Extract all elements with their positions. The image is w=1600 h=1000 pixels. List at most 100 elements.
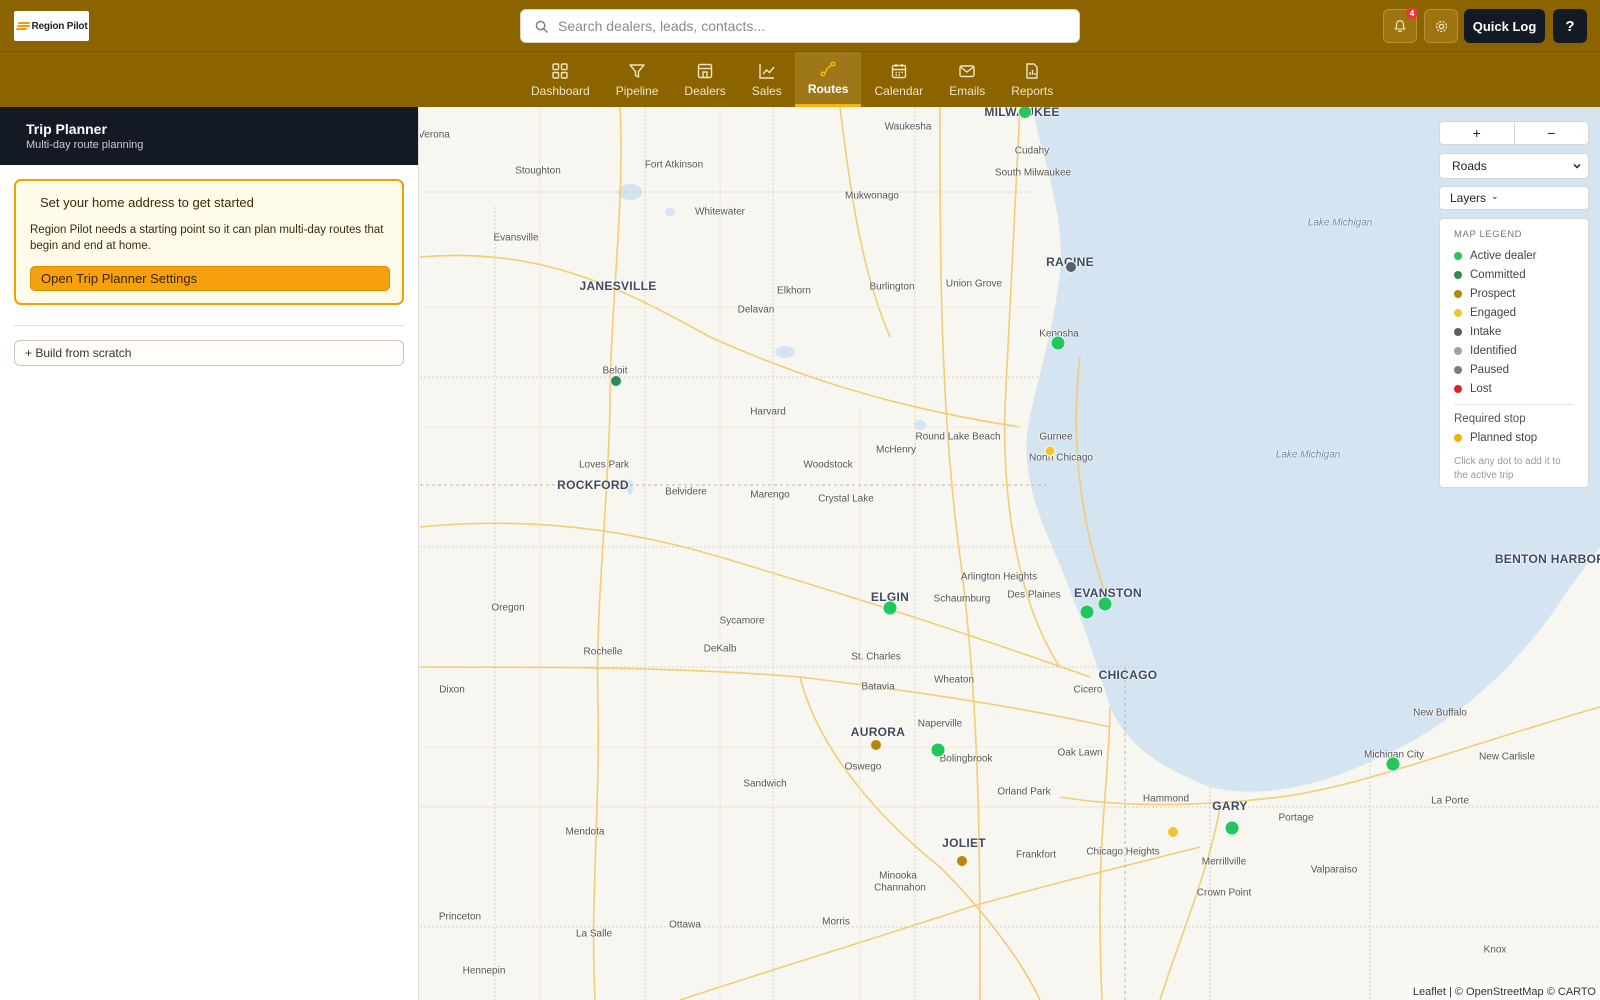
dealer-pin-prospect[interactable] [956,855,968,867]
dealer-pin-active[interactable] [1050,335,1066,351]
map-place-label: Crown Point [1196,887,1252,899]
tab-dealers[interactable]: Dealers [671,52,738,107]
map-place-label: Dixon [439,684,465,696]
map-place-label: Bolingbrook [939,753,993,765]
main-nav: Dashboard Pipeline Dealers Sales Routes … [0,52,1600,107]
tab-label: Emails [949,83,986,98]
trip-planner-sidebar: Trip Planner Multi-day route planning Se… [0,107,419,1000]
map-place-label: Oswego [844,761,882,773]
map-place-label: McHenry [875,444,917,456]
funnel-icon [629,63,645,78]
dealer-pin-prospect[interactable] [870,739,882,751]
map-place-label: GARY [1212,799,1248,813]
sidebar-title: Trip Planner [26,121,107,137]
map-place-label: Whitewater [694,206,746,218]
tab-label: Dealers [684,83,726,98]
map-place-label: Portage [1278,812,1314,824]
legend-label: Active dealer [1470,249,1537,262]
logo-mark-icon [14,21,31,31]
tab-label: Dashboard [531,83,590,98]
dealer-pin-committed[interactable] [610,375,622,387]
map-place-label: Wheaton [933,674,975,686]
dealer-pin-engaged[interactable] [1044,445,1056,457]
dealer-pin-intake[interactable] [1065,261,1077,273]
global-search[interactable] [520,9,1080,43]
tab-routes[interactable]: Routes [794,52,862,107]
map-place-label: Mendota [565,826,605,838]
tab-label: Calendar [874,83,924,98]
map-place-label: Morris [822,916,850,928]
legend-item-paused: Paused [1454,360,1574,379]
map-place-label: DeKalb [703,643,737,655]
legend-item-engaged: Engaged [1454,303,1574,322]
map-place-label: JOLIET [942,836,986,850]
map-place-label: Valparaiso [1310,864,1358,876]
dealer-pin-active[interactable] [930,742,946,758]
legend-dot [1454,308,1462,317]
callout-body: Region Pilot needs a starting point so i… [30,224,384,252]
legend-dot [1454,289,1462,298]
sidebar-header: Trip Planner Multi-day route planning [0,107,418,165]
notifications-button[interactable]: 4 [1383,7,1418,43]
logo[interactable]: Region Pilot [14,11,89,41]
legend-dot [1454,433,1462,442]
search-icon [535,20,548,33]
map-place-label: Merrillville [1201,856,1247,868]
legend-label: Prospect [1470,287,1516,300]
layers-toggle[interactable]: Layers ⌄ [1439,186,1589,210]
dealer-pin-active[interactable] [1097,596,1113,612]
map-place-label: Channahon [874,882,926,894]
map-place-label: Schaumburg [933,593,991,605]
map-place-label: Cicero [1073,684,1103,696]
zoom-out-button[interactable]: − [1513,122,1589,144]
build-from-scratch-button[interactable]: + Build from scratch [14,340,404,366]
legend-label: Planned stop [1470,431,1538,444]
tab-dashboard[interactable]: Dashboard [518,52,603,107]
legend-item-prospect: Prospect [1454,284,1574,303]
route-map[interactable]: MILWAUKEEWaukeshaVeronaFort AtkinsonStou… [420,107,1600,1000]
map-place-label: Elkhorn [777,285,811,297]
map-place-label: Belvidere [665,486,707,498]
tab-emails[interactable]: Emails [936,52,998,107]
dealer-pin-active[interactable] [1224,820,1240,836]
map-place-label: AURORA [850,725,906,739]
map-place-label: Verona [420,129,450,141]
legend-dot [1454,327,1462,336]
tab-label: Sales [751,83,782,98]
settings-button[interactable] [1424,9,1458,43]
legend-required-stop: Required stop [1454,413,1526,425]
map-place-label: Fort Atkinson [644,159,704,171]
tab-reports[interactable]: Reports [998,52,1066,107]
tab-calendar[interactable]: Calendar [861,52,936,107]
legend-divider [1454,404,1574,405]
trend-chart-icon [759,63,775,79]
map-attribution[interactable]: Leaflet | © OpenStreetMap © CARTO [1408,984,1600,1000]
map-basemap[interactable] [420,107,1600,1000]
map-place-label: Round Lake Beach [915,431,1001,443]
dealer-pin-engaged[interactable] [1167,826,1179,838]
help-button[interactable]: ? [1553,9,1587,43]
open-settings-button[interactable]: Open Trip Planner Settings [30,266,390,291]
map-place-label: Woodstock [803,459,853,471]
legend-dot [1454,270,1462,279]
grid-icon [552,62,569,79]
tab-sales[interactable]: Sales [739,52,795,107]
mail-icon [959,64,975,77]
report-icon [1026,62,1038,79]
dealer-pin-active[interactable] [1385,756,1401,772]
quick-log-button[interactable]: Quick Log [1464,9,1545,43]
map-place-label: Rochelle [583,646,623,658]
legend-label: Engaged [1470,306,1517,319]
map-place-label: Ottawa [669,919,701,931]
map-place-label: New Carlisle [1478,751,1536,763]
search-input[interactable] [558,18,1038,34]
map-place-label: Frankfort [1015,849,1057,861]
legend-item-committed: Committed [1454,265,1574,284]
map-place-label: Mukwonago [845,190,899,202]
map-place-label: Delavan [737,304,775,316]
basemap-select[interactable]: Roads [1439,153,1589,179]
dealer-pin-active[interactable] [1079,604,1095,620]
dealer-pin-active[interactable] [882,600,898,616]
tab-pipeline[interactable]: Pipeline [603,52,672,107]
zoom-in-button[interactable]: + [1440,122,1514,144]
